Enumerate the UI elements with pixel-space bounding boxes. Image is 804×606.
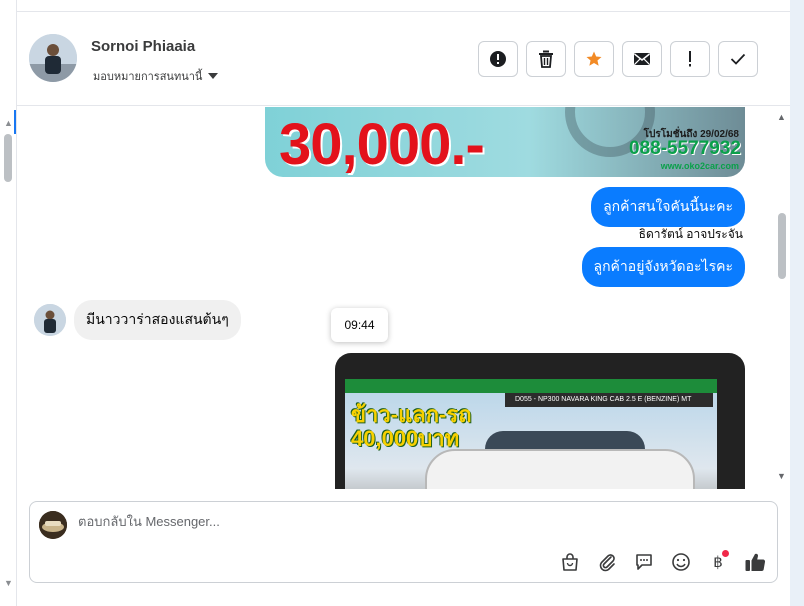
envelope-icon [634, 53, 650, 65]
car-image-message[interactable]: D055 - NP300 NAVARA KING CAB 2.5 E (BENZ… [335, 353, 745, 489]
car-body-graphic [425, 449, 695, 489]
trash-icon [539, 50, 553, 68]
top-edge [17, 0, 790, 12]
scroll-down-icon[interactable]: ▼ [4, 578, 13, 588]
star-button[interactable] [574, 41, 614, 77]
spam-button[interactable] [670, 41, 710, 77]
assign-label: มอบหมายการสนทนานี้ [93, 71, 203, 83]
message-thread[interactable]: 30,000.- โปรโมชั่นถึง 29/02/68 088-55779… [17, 107, 790, 489]
mark-unread-button[interactable] [622, 41, 662, 77]
done-button[interactable] [718, 41, 758, 77]
delete-button[interactable] [526, 41, 566, 77]
emoji-icon[interactable] [669, 550, 693, 574]
timestamp-tooltip: 09:44 [331, 308, 388, 342]
header-actions [478, 41, 758, 77]
chat-scrollbar-thumb[interactable] [778, 213, 786, 279]
page-background-right [790, 0, 804, 606]
exclamation-icon [689, 51, 691, 67]
outgoing-message[interactable]: ลูกค้าสนใจคันนี้นะคะ [591, 187, 745, 227]
reply-input[interactable] [78, 514, 678, 529]
reply-composer: ฿ [29, 501, 778, 583]
promo-image-message[interactable]: 30,000.- โปรโมชั่นถึง 29/02/68 088-55779… [265, 107, 745, 177]
checkmark-icon [730, 53, 746, 65]
left-list-scrollbar-track: ▲ ▼ [0, 0, 17, 606]
notification-dot [722, 550, 729, 557]
sender-label: ธิดารัตน์ อาจประจัน [638, 227, 743, 241]
shopping-bag-icon[interactable] [558, 550, 582, 574]
incoming-message-row: มีนาววาร่าสองแสนต้นๆ [34, 300, 241, 340]
contact-name[interactable]: Sornoi Phiaaia [91, 38, 195, 55]
saved-replies-icon[interactable] [632, 550, 656, 574]
left-scrollbar-thumb[interactable] [4, 134, 12, 182]
star-icon [586, 51, 602, 66]
promo-price: 30,000.- [279, 112, 485, 177]
baht-payment-icon[interactable]: ฿ [706, 550, 730, 574]
svg-text:฿: ฿ [713, 553, 723, 571]
outgoing-message[interactable]: ลูกค้าอยู่จังหวัดอะไรคะ [581, 247, 745, 287]
paperclip-icon[interactable] [595, 550, 619, 574]
report-button[interactable] [478, 41, 518, 77]
car-model-label: D055 - NP300 NAVARA KING CAB 2.5 E (BENZ… [505, 393, 713, 407]
composer-tools: ฿ [558, 550, 767, 574]
car-photo-banner [345, 379, 717, 393]
contact-avatar[interactable] [29, 34, 77, 82]
chevron-down-icon [208, 73, 219, 79]
conversation-header: Sornoi Phiaaia มอบหมายการสนทนานี้ [17, 12, 790, 106]
car-photo: D055 - NP300 NAVARA KING CAB 2.5 E (BENZ… [345, 379, 717, 489]
selection-indicator [14, 110, 16, 134]
promo-website: www.oko2car.com [660, 161, 739, 171]
alert-circle-icon [490, 51, 506, 67]
contact-avatar-small[interactable] [34, 304, 66, 336]
scroll-down-icon[interactable]: ▼ [777, 471, 786, 481]
thumbs-up-icon[interactable] [743, 550, 767, 574]
incoming-message[interactable]: มีนาววาร่าสองแสนต้นๆ [74, 300, 241, 340]
promo-phone: 088-5577932 [629, 138, 741, 159]
car-promo-amount: 40,000บาท [351, 426, 460, 451]
scroll-up-icon[interactable]: ▲ [777, 112, 786, 122]
page-avatar [39, 511, 67, 539]
assign-conversation-dropdown[interactable]: มอบหมายการสนทนานี้ [93, 67, 219, 85]
scroll-up-icon[interactable]: ▲ [4, 118, 13, 128]
